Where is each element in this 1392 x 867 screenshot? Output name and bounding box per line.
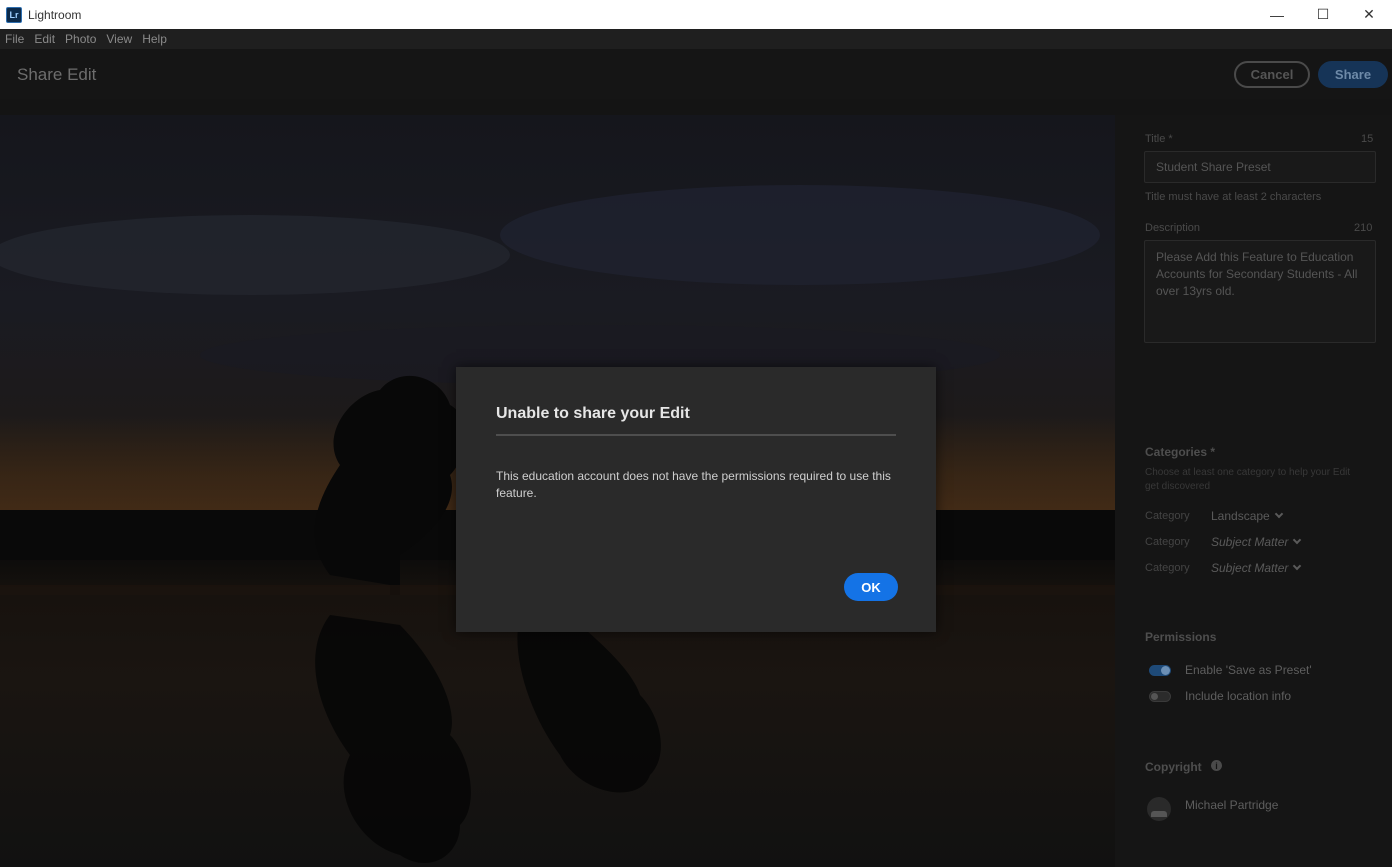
close-button[interactable]: ✕ [1346,0,1392,29]
permissions-label: Permissions [1145,630,1217,644]
category-select[interactable]: Subject Matter [1211,535,1302,549]
info-icon[interactable]: i [1211,760,1222,771]
avatar [1147,797,1171,821]
window-title: Lightroom [28,7,82,22]
location-info-toggle[interactable] [1149,691,1171,702]
page-title: Share Edit [17,65,97,84]
location-info-label: Include location info [1185,689,1292,703]
category-value: Subject Matter [1211,535,1289,549]
minimize-button[interactable]: — [1254,0,1300,29]
save-as-preset-label: Enable 'Save as Preset' [1185,663,1312,677]
category-row: Category Subject Matter [1145,535,1375,549]
description-char-count: 210 [1354,222,1373,234]
dialog-title: Unable to share your Edit [496,405,690,422]
description-label: Description [1145,222,1201,234]
category-label: Category [1145,510,1190,522]
category-select[interactable]: Subject Matter [1211,561,1302,575]
maximize-button[interactable]: ☐ [1300,0,1346,29]
copyright-name: Michael Partridge [1185,798,1279,812]
menu-edit[interactable]: Edit [29,32,60,46]
dialog-divider [496,434,896,436]
menu-view[interactable]: View [101,32,137,46]
title-input[interactable]: Student Share Preset [1144,151,1376,183]
share-button[interactable]: Share [1318,61,1388,88]
category-value: Subject Matter [1211,561,1289,575]
title-bar: Lr Lightroom — ☐ ✕ [0,0,1392,29]
categories-label: Categories * [1145,445,1216,459]
share-settings-panel: Title * 15 Student Share Preset Title mu… [1115,115,1392,867]
menu-help[interactable]: Help [137,32,172,46]
title-char-count: 15 [1361,133,1374,145]
window-controls: — ☐ ✕ [1254,0,1392,29]
chevron-down-icon [1293,535,1302,545]
title-label: Title * [1145,133,1173,145]
category-row: Category Landscape [1145,509,1375,523]
copyright-label: Copyright [1145,760,1202,774]
menu-bar: File Edit Photo View Help [0,29,1392,49]
save-as-preset-toggle[interactable] [1149,665,1171,676]
menu-file[interactable]: File [0,32,29,46]
category-select[interactable]: Landscape [1211,509,1283,523]
category-label: Category [1145,562,1190,574]
category-value: Landscape [1211,509,1270,523]
chevron-down-icon [1293,561,1302,571]
cancel-button[interactable]: Cancel [1234,61,1310,88]
category-row: Category Subject Matter [1145,561,1375,575]
lightroom-logo-icon: Lr [6,6,22,23]
chevron-down-icon [1274,509,1283,519]
header: Share Edit Cancel Share [0,49,1392,99]
menu-photo[interactable]: Photo [60,32,101,46]
description-textarea[interactable]: Please Add this Feature to Education Acc… [1144,240,1376,343]
title-hint: Title must have at least 2 characters [1145,191,1322,203]
categories-hint: Choose at least one category to help you… [1145,467,1351,492]
ok-button[interactable]: OK [844,573,898,601]
category-label: Category [1145,536,1190,548]
error-dialog: Unable to share your Edit This education… [456,367,936,632]
dialog-message: This education account does not have the… [496,469,891,500]
